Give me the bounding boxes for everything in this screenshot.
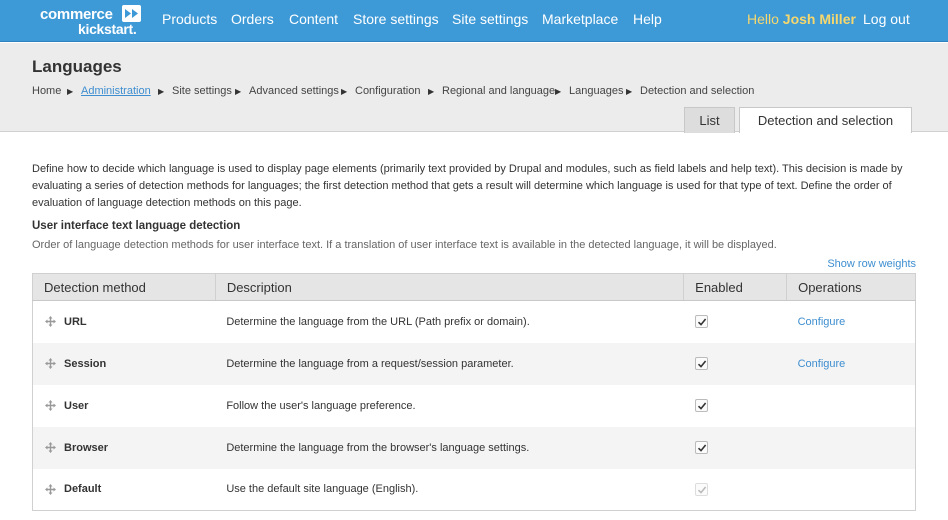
operations-cell: [787, 385, 916, 427]
user-name[interactable]: Josh Miller: [783, 11, 856, 27]
section-title: User interface text language detection: [32, 220, 241, 232]
fast-forward-icon: [122, 5, 141, 22]
breadcrumb-regional-language[interactable]: Regional and language: [442, 85, 555, 97]
enabled-checkbox[interactable]: [694, 441, 708, 454]
configure-link[interactable]: Configure: [798, 316, 846, 328]
section-description: Order of language detection methods for …: [32, 239, 777, 251]
table-header-row: Detection method Description Enabled Ope…: [32, 273, 916, 301]
hello-greeting: Hello Josh Miller: [747, 11, 856, 27]
breadcrumb-separator-icon: ▶: [235, 87, 242, 96]
detection-method-name: User: [64, 399, 89, 412]
table-row: Default Use the default site language (En…: [33, 469, 916, 511]
enabled-cell: [683, 426, 787, 469]
nav-store-settings[interactable]: Store settings: [353, 11, 439, 27]
breadcrumb-separator-icon: ▶: [158, 87, 165, 96]
page-title: Languages: [32, 57, 122, 76]
drag-handle-icon[interactable]: [45, 399, 56, 411]
operations-cell: [786, 426, 916, 469]
breadcrumb-administration[interactable]: Administration: [81, 85, 151, 97]
description-cell: Determine the language from the browser'…: [215, 426, 684, 469]
drag-handle-icon[interactable]: [45, 316, 56, 327]
operations-cell: Configure: [786, 342, 916, 385]
enabled-cell: [683, 342, 787, 385]
breadcrumb-separator-icon: ▶: [341, 87, 348, 96]
drag-handle-icon[interactable]: [45, 357, 56, 369]
commerce-kickstart-logo[interactable]: commerce kickstart.: [40, 4, 144, 38]
detection-method-name: Browser: [64, 441, 109, 454]
enabled-cell: [684, 301, 787, 343]
breadcrumb-configuration[interactable]: Configuration: [355, 85, 420, 97]
logout-link[interactable]: Log out: [863, 11, 910, 27]
breadcrumb-detection-selection: Detection and selection: [640, 85, 755, 97]
configure-link[interactable]: Configure: [798, 358, 846, 370]
enabled-cell: [684, 385, 787, 427]
operations-cell: [787, 469, 916, 511]
detection-method-cell: User: [33, 385, 216, 427]
detection-method-name: Session: [64, 357, 107, 370]
drag-handle-icon[interactable]: [45, 483, 56, 495]
enabled-checkbox[interactable]: [694, 399, 708, 412]
breadcrumb-advanced-settings[interactable]: Advanced settings: [249, 85, 339, 97]
column-header-enabled: Enabled: [683, 273, 788, 301]
nav-help[interactable]: Help: [633, 11, 662, 27]
breadcrumb-site-settings[interactable]: Site settings: [172, 85, 232, 97]
page-header: Languages Home ▶ Administration ▶ Site s…: [0, 43, 948, 133]
detection-method-cell: Default: [33, 469, 216, 511]
drag-handle-icon[interactable]: [45, 441, 56, 453]
show-row-weights-link[interactable]: Show row weights: [827, 258, 916, 270]
description-cell: Use the default site language (English).: [226, 483, 419, 496]
column-header-description: Description: [215, 273, 685, 301]
breadcrumb-home[interactable]: Home: [32, 85, 61, 97]
detection-methods-table: Detection method Description Enabled Ope…: [32, 273, 916, 511]
operations-cell: Configure: [787, 301, 916, 343]
description-cell: Determine the language from the URL (Pat…: [226, 315, 530, 328]
description-cell: Determine the language from a request/se…: [215, 342, 684, 385]
table-row: Browser Determine the language from the b…: [32, 426, 916, 469]
detection-method-name: Default: [64, 483, 102, 496]
intro-text: Define how to decide which language is u…: [32, 163, 903, 209]
enabled-checkbox[interactable]: [694, 315, 708, 329]
top-navigation-bar: commerce kickstart. Products Orders Cont…: [0, 0, 948, 42]
breadcrumb-separator-icon: ▶: [626, 87, 633, 96]
breadcrumb-separator-icon: ▶: [67, 87, 74, 96]
detection-method-cell: URL: [33, 301, 216, 343]
nav-orders[interactable]: Orders: [231, 11, 274, 27]
description-cell: Follow the user's language preference.: [226, 399, 416, 412]
tab-list[interactable]: List: [684, 107, 735, 133]
nav-products[interactable]: Products: [162, 11, 217, 27]
table-row: URL Determine the language from the URL (…: [33, 301, 916, 343]
enabled-checkbox: [694, 482, 708, 496]
column-header-operations: Operations: [786, 273, 916, 301]
enabled-checkbox[interactable]: [694, 357, 708, 370]
column-header-detection-method: Detection method: [32, 273, 216, 301]
breadcrumb-languages[interactable]: Languages: [569, 85, 623, 97]
enabled-cell: [684, 469, 787, 511]
detection-method-cell: Browser: [32, 426, 216, 469]
nav-marketplace[interactable]: Marketplace: [542, 11, 618, 27]
logo-text-line2: kickstart.: [78, 21, 137, 37]
detection-method-cell: Session: [32, 342, 216, 385]
detection-method-name: URL: [64, 315, 87, 328]
breadcrumb-separator-icon: ▶: [428, 87, 435, 96]
nav-site-settings[interactable]: Site settings: [452, 11, 528, 27]
table-row: User Follow the user's language preferenc…: [33, 385, 916, 427]
nav-content[interactable]: Content: [289, 11, 338, 27]
table-row: Session Determine the language from a req…: [32, 342, 916, 385]
tab-detection-and-selection[interactable]: Detection and selection: [739, 107, 912, 133]
breadcrumb-separator-icon: ▶: [555, 87, 562, 96]
